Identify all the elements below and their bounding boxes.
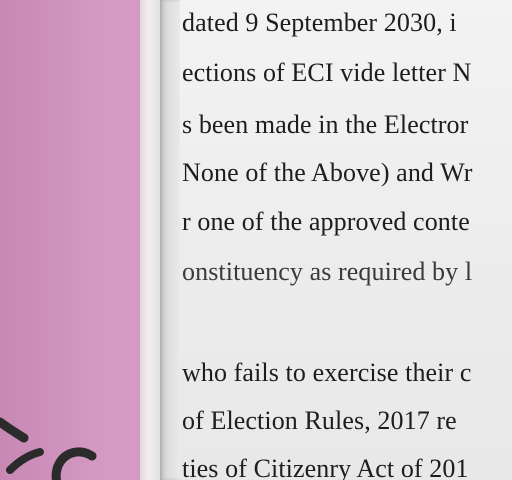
- document-text-line-9: ties of Citizenry Act of 201: [182, 454, 469, 480]
- document-text-line-5: r one of the approved conte: [182, 207, 470, 236]
- document-text-line-4: None of the Above) and Wr: [182, 158, 473, 187]
- document-text-line-2: ections of ECI vide letter N: [182, 58, 472, 87]
- document-text-line-7: who fails to exercise their c: [182, 358, 472, 387]
- document-text-line-6: onstituency as required by l: [182, 257, 473, 286]
- handwritten-pen-mark: [0, 417, 97, 480]
- paper-fold-edge: [160, 0, 182, 480]
- document-text-line-3: s been made in the Electror: [182, 110, 469, 139]
- document-text-line-8: of Election Rules, 2017 re: [182, 406, 457, 435]
- document-text-line-1: dated 9 September 2030, i: [182, 8, 457, 37]
- scanned-document-photo: dated 9 September 2030, i ections of ECI…: [0, 0, 512, 480]
